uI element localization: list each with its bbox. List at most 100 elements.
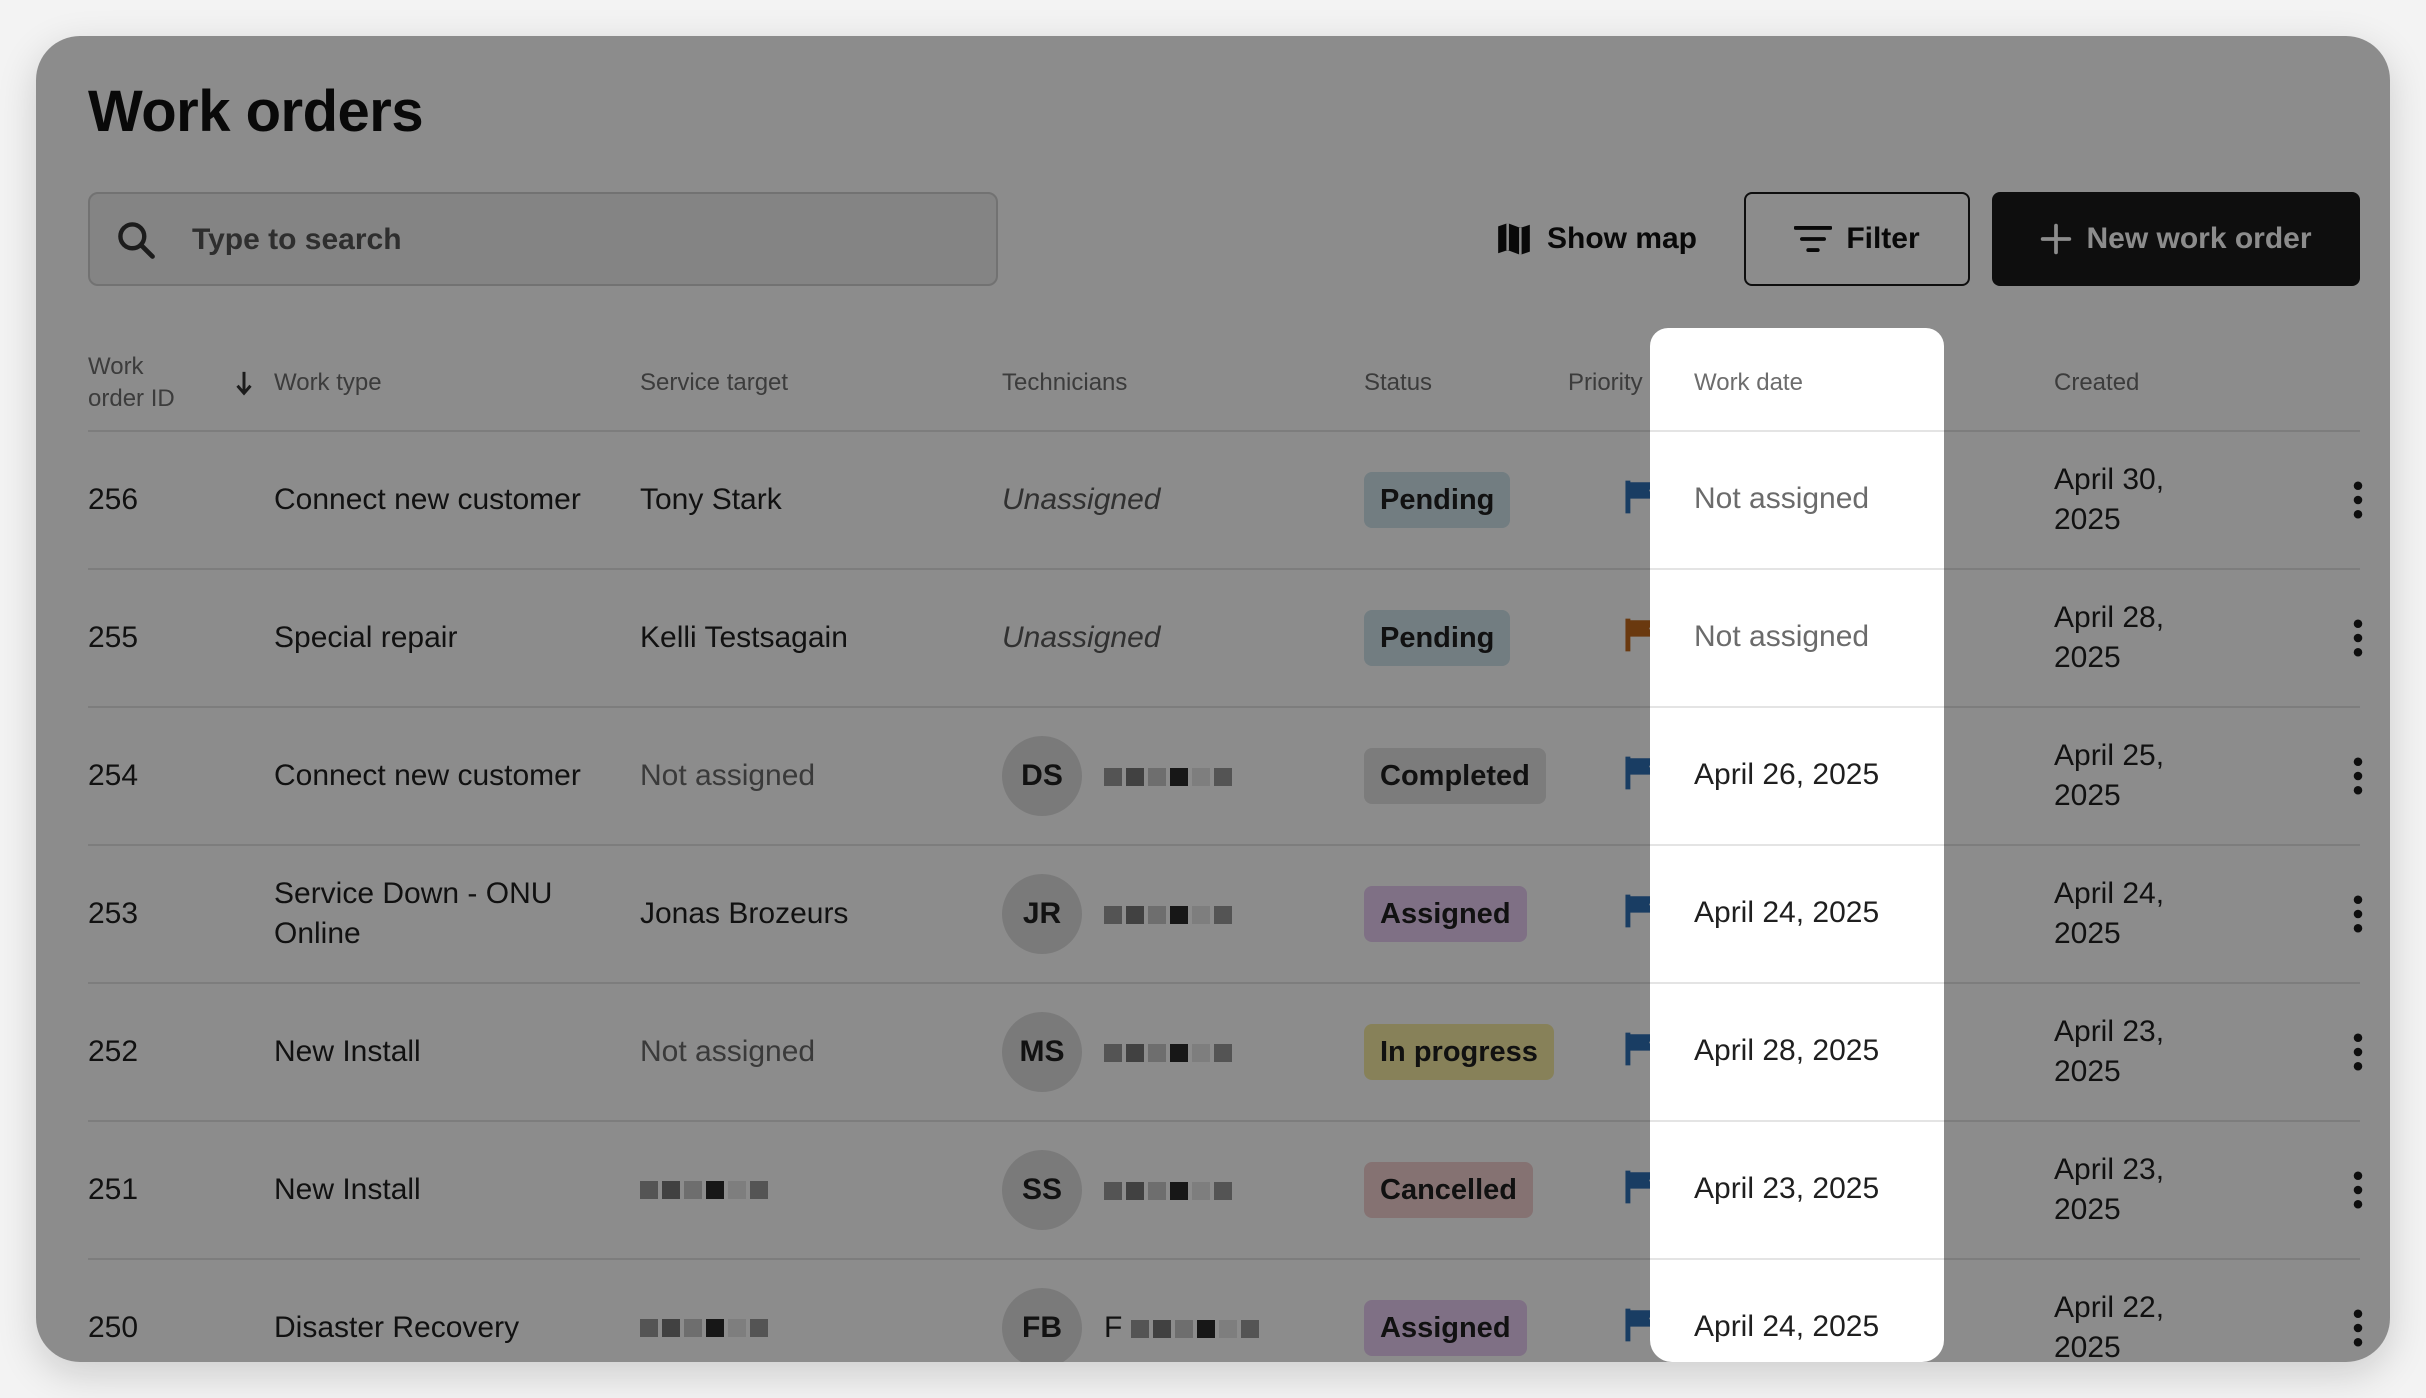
technician-cell: Unassigned [1002, 621, 1161, 654]
work-type-cell: Service Down - ONU Online [274, 877, 553, 950]
work-date-column-highlight: Work date Not assigned Not assigned April … [1650, 328, 1944, 1362]
show-map-button[interactable]: Show map [1476, 192, 1716, 286]
work-type-cell: Connect new customer [274, 759, 581, 792]
row-actions[interactable] [2352, 846, 2364, 982]
column-header-priority[interactable]: Priority [1568, 336, 1643, 430]
work-type-cell: Special repair [274, 621, 458, 654]
search-box[interactable] [88, 192, 998, 286]
technician-cell: FB F [1002, 1260, 1342, 1362]
work-order-id[interactable]: 250 [88, 1260, 238, 1362]
work-type-cell: Disaster Recovery [274, 1311, 520, 1344]
more-vertical-icon[interactable] [2352, 1033, 2364, 1071]
new-work-order-button[interactable]: New work order [1992, 192, 2360, 286]
work-order-id[interactable]: 251 [88, 1122, 238, 1258]
status-cell: Pending [1364, 432, 1511, 568]
created-date-cell: April 22, 2025 [2054, 1291, 2165, 1362]
column-header-technicians[interactable]: Technicians [1002, 336, 1127, 430]
status-cell: Cancelled [1364, 1122, 1533, 1258]
column-header-work-date[interactable]: Work date [1694, 336, 1803, 430]
created-date-cell: April 25, 2025 [2054, 739, 2165, 812]
column-header-service-target[interactable]: Service target [640, 336, 788, 430]
status-cell: Completed [1364, 708, 1546, 844]
technician-cell: Unassigned [1002, 483, 1161, 516]
technician-name: F [1104, 1308, 1263, 1348]
status-badge: Assigned [1364, 1300, 1527, 1356]
more-vertical-icon[interactable] [2352, 1309, 2364, 1347]
technician-name-text: F [1104, 1311, 1123, 1344]
table-row[interactable]: 256 Connect new customer Tony Stark Unassig… [88, 432, 2363, 570]
row-actions[interactable] [2352, 1122, 2364, 1258]
row-actions[interactable] [2352, 984, 2364, 1120]
more-vertical-icon[interactable] [2352, 895, 2364, 933]
sort-arrow-down-icon[interactable] [234, 370, 254, 396]
table-row[interactable]: 250 Disaster Recovery FB F Assigned April 22… [88, 1260, 2363, 1362]
row-actions[interactable] [2352, 570, 2364, 706]
created-date-cell: April 28, 2025 [2054, 601, 2165, 674]
map-icon [1498, 223, 1530, 255]
column-header-status[interactable]: Status [1364, 336, 1432, 430]
filter-label: Filter [1846, 222, 1920, 255]
status-cell: Assigned [1364, 1260, 1527, 1362]
work-orders-table: Work order ID Work type Service target T… [88, 336, 2363, 1362]
technician-cell: SS [1002, 1122, 1342, 1258]
work-order-id[interactable]: 254 [88, 708, 238, 844]
plus-icon [2041, 223, 2072, 255]
row-actions[interactable] [2352, 432, 2364, 568]
search-input[interactable] [190, 194, 974, 286]
table-row[interactable]: 254 Connect new customer Not assigned DS Com… [88, 708, 2363, 846]
row-actions[interactable] [2352, 1260, 2364, 1362]
status-badge: In progress [1364, 1024, 1554, 1080]
row-actions[interactable] [2352, 708, 2364, 844]
column-header-created[interactable]: Created [2054, 336, 2139, 430]
technician-cell: JR [1002, 846, 1342, 982]
table-row[interactable]: 251 New Install SS Cancelled April 23, 2025 [88, 1122, 2363, 1260]
technician-cell: MS [1002, 984, 1342, 1120]
more-vertical-icon[interactable] [2352, 619, 2364, 657]
work-date-cell: Not assigned [1650, 430, 1944, 566]
work-order-id[interactable]: 252 [88, 984, 238, 1120]
more-vertical-icon[interactable] [2352, 481, 2364, 519]
technician-name [1104, 1170, 1236, 1210]
work-order-id[interactable]: 253 [88, 846, 238, 982]
status-cell: Assigned [1364, 846, 1527, 982]
work-date-cell: April 26, 2025 [1650, 706, 1944, 842]
technician-name [1104, 894, 1236, 934]
status-cell: In progress [1364, 984, 1554, 1120]
avatar: SS [1002, 1150, 1082, 1230]
table-row[interactable]: 253 Service Down - ONU Online Jonas Brozeu… [88, 846, 2363, 984]
service-target-cell: Not assigned [640, 1035, 816, 1068]
status-badge: Assigned [1364, 886, 1527, 942]
more-vertical-icon[interactable] [2352, 757, 2364, 795]
work-orders-card: Work orders Show map Filter New work ord… [36, 36, 2390, 1362]
work-type-cell: New Install [274, 1173, 421, 1206]
work-type-cell: New Install [274, 1035, 421, 1068]
table-row[interactable]: 252 New Install Not assigned MS In progress A… [88, 984, 2363, 1122]
search-icon [118, 222, 155, 259]
avatar: JR [1002, 874, 1082, 954]
table-row[interactable]: 255 Special repair Kelli Testsagain Unassig… [88, 570, 2363, 708]
created-date-cell: April 23, 2025 [2054, 1015, 2165, 1088]
work-order-id[interactable]: 255 [88, 570, 238, 706]
status-badge: Cancelled [1364, 1162, 1533, 1218]
column-header-work-type[interactable]: Work type [274, 336, 382, 430]
work-order-id[interactable]: 256 [88, 432, 238, 568]
created-date-cell: April 30, 2025 [2054, 463, 2165, 536]
work-date-cell: April 23, 2025 [1650, 1120, 1944, 1256]
filter-icon [1794, 226, 1833, 252]
avatar: DS [1002, 736, 1082, 816]
status-badge: Pending [1364, 472, 1511, 528]
new-work-order-label: New work order [2086, 222, 2312, 255]
work-date-cell: Not assigned [1650, 568, 1944, 704]
avatar: MS [1002, 1012, 1082, 1092]
service-target-cell: Not assigned [640, 759, 816, 792]
filter-button[interactable]: Filter [1744, 192, 1970, 286]
created-date-cell: April 24, 2025 [2054, 877, 2165, 950]
column-header-id[interactable]: Work order ID [88, 336, 198, 430]
table-body: 256 Connect new customer Tony Stark Unassig… [88, 432, 2363, 1362]
service-target-cell: Jonas Brozeurs [640, 897, 849, 930]
more-vertical-icon[interactable] [2352, 1171, 2364, 1209]
status-badge: Pending [1364, 610, 1511, 666]
service-target-redacted [640, 1122, 970, 1258]
technician-cell: DS [1002, 708, 1342, 844]
status-badge: Completed [1364, 748, 1546, 804]
